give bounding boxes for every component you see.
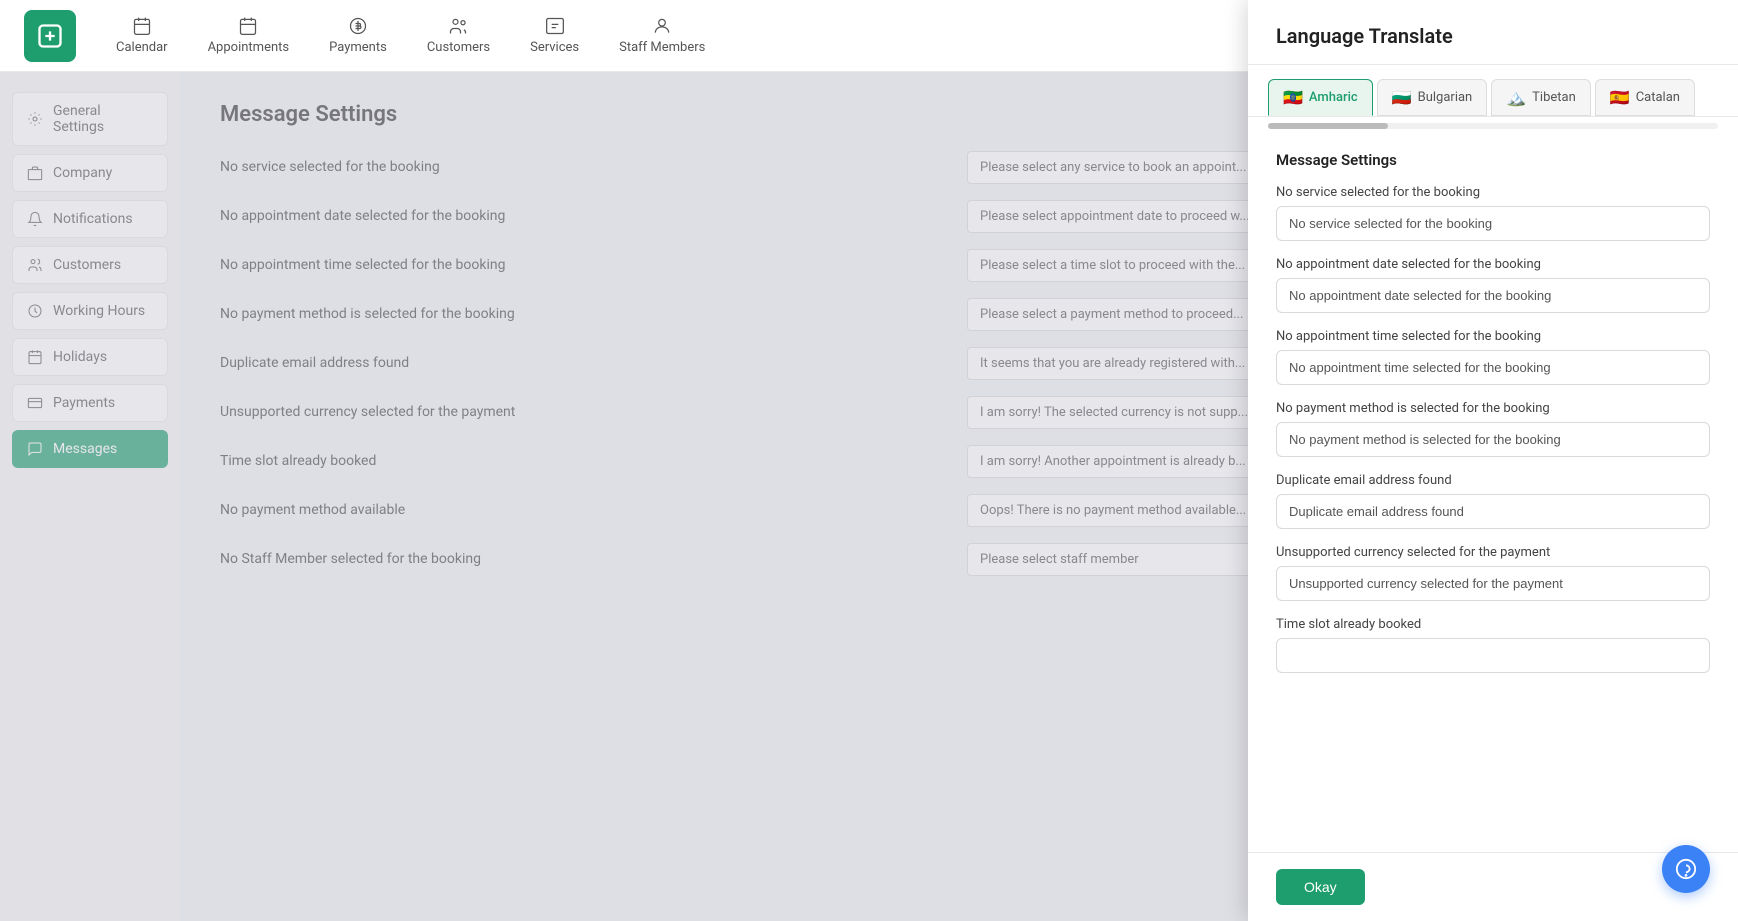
nav-calendar[interactable]: Calendar <box>116 16 168 55</box>
input-unsupported-currency[interactable] <box>1276 566 1710 601</box>
nav-payments[interactable]: Payments <box>329 16 387 55</box>
input-duplicate-email[interactable] <box>1276 494 1710 529</box>
field-duplicate-email: Duplicate email address found <box>1276 473 1710 529</box>
input-no-payment-method[interactable] <box>1276 422 1710 457</box>
drawer-title: Language Translate <box>1276 24 1710 48</box>
field-time-slot-booked: Time slot already booked <box>1276 617 1710 673</box>
app-logo[interactable] <box>24 10 76 62</box>
drawer-content: Message Settings No service selected for… <box>1248 135 1738 852</box>
flag-tibetan: 🏔️ <box>1506 88 1526 107</box>
drawer-section-title: Message Settings <box>1276 151 1710 169</box>
language-tabs: 🇪🇹 Amharic 🇧🇬 Bulgarian 🏔️ Tibetan 🇪🇸 Ca… <box>1248 65 1738 117</box>
input-time-slot-booked[interactable] <box>1276 638 1710 673</box>
field-no-time: No appointment time selected for the boo… <box>1276 329 1710 385</box>
tab-bulgarian[interactable]: 🇧🇬 Bulgarian <box>1377 79 1488 116</box>
input-no-service[interactable] <box>1276 206 1710 241</box>
field-no-date: No appointment date selected for the boo… <box>1276 257 1710 313</box>
tab-catalan[interactable]: 🇪🇸 Catalan <box>1595 79 1695 116</box>
nav-items: Calendar Appointments Payments Customers… <box>116 16 705 55</box>
nav-staff-members[interactable]: Staff Members <box>619 16 705 55</box>
field-unsupported-currency: Unsupported currency selected for the pa… <box>1276 545 1710 601</box>
drawer-header: Language Translate <box>1248 0 1738 65</box>
flag-bulgarian: 🇧🇬 <box>1392 88 1412 107</box>
field-no-service: No service selected for the booking <box>1276 185 1710 241</box>
field-no-payment-method: No payment method is selected for the bo… <box>1276 401 1710 457</box>
input-no-date[interactable] <box>1276 278 1710 313</box>
nav-appointments[interactable]: Appointments <box>208 16 290 55</box>
help-button[interactable] <box>1662 845 1710 893</box>
nav-services[interactable]: Services <box>530 16 579 55</box>
language-translate-drawer: Language Translate 🇪🇹 Amharic 🇧🇬 Bulgari… <box>1248 0 1738 921</box>
input-no-time[interactable] <box>1276 350 1710 385</box>
okay-button[interactable]: Okay <box>1276 869 1365 905</box>
tab-amharic[interactable]: 🇪🇹 Amharic <box>1268 79 1373 116</box>
tab-tibetan[interactable]: 🏔️ Tibetan <box>1491 79 1591 116</box>
tab-scrollbar[interactable] <box>1268 123 1718 129</box>
tab-scroll-thumb <box>1268 123 1388 129</box>
nav-customers[interactable]: Customers <box>427 16 490 55</box>
flag-catalan: 🇪🇸 <box>1610 88 1630 107</box>
flag-amharic: 🇪🇹 <box>1283 88 1303 107</box>
